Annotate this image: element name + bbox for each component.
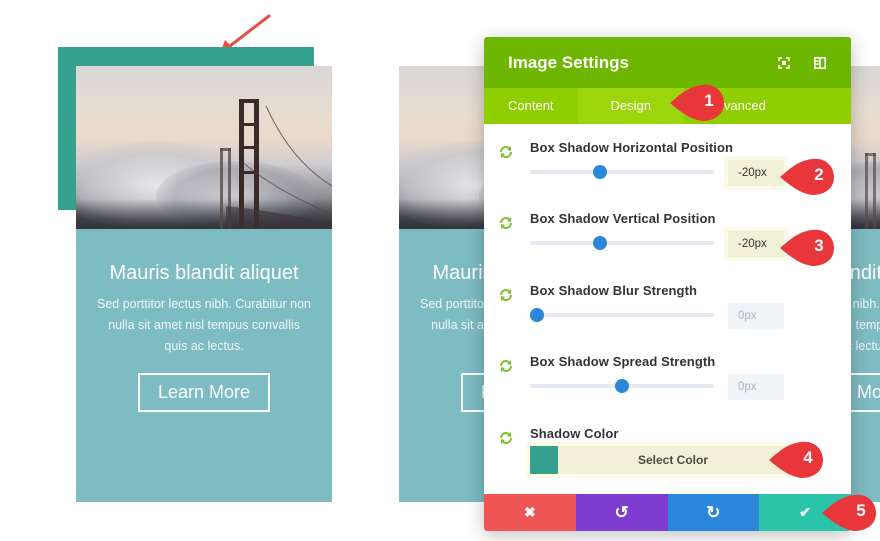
vertical-position-input[interactable]: -20px: [728, 231, 784, 257]
field-label: Box Shadow Blur Strength: [530, 283, 698, 298]
undo-icon: ↺: [614, 502, 629, 522]
undo-button[interactable]: ↺: [575, 494, 668, 531]
golden-gate-bridge-image: [220, 99, 332, 229]
reset-icon[interactable]: [498, 430, 514, 446]
callout-3: 3: [778, 228, 838, 268]
callout-5: 5: [820, 493, 880, 533]
vertical-position-slider[interactable]: [530, 236, 714, 250]
close-icon: ✖: [524, 504, 536, 520]
reset-icon[interactable]: [498, 215, 514, 231]
slider-thumb[interactable]: [530, 308, 545, 322]
redo-button[interactable]: ↻: [667, 494, 760, 531]
blur-strength-input[interactable]: 0px: [728, 303, 784, 329]
callout-1: 1: [668, 83, 728, 123]
reset-icon[interactable]: [498, 144, 514, 160]
field-label: Shadow Color: [530, 426, 619, 441]
redo-icon: ↻: [706, 502, 721, 522]
horizontal-position-slider[interactable]: [530, 165, 714, 179]
slider-thumb[interactable]: [615, 379, 629, 393]
callout-2: 2: [778, 157, 838, 197]
card-image: [76, 66, 332, 229]
spread-strength-slider[interactable]: [530, 379, 714, 393]
checkmark-icon: ✔: [799, 504, 811, 520]
color-picker[interactable]: Select Color: [530, 446, 788, 474]
card-text: Sed porttitor lectus nibh. Curabitur non…: [96, 297, 311, 353]
modal-footer: ✖ ↺ ↻ ✔: [484, 494, 851, 531]
blog-card-1: Mauris blandit aliquet Sed porttitor lec…: [76, 66, 332, 502]
learn-more-button[interactable]: Learn More: [137, 373, 271, 412]
field-label: Box Shadow Horizontal Position: [530, 140, 734, 155]
tab-content[interactable]: Content: [484, 88, 578, 124]
select-color-button[interactable]: Select Color: [558, 446, 788, 474]
reset-icon[interactable]: [498, 287, 514, 303]
slider-thumb[interactable]: [592, 165, 607, 179]
cancel-button[interactable]: ✖: [484, 494, 576, 531]
card-body: Mauris blandit aliquet Sed porttitor lec…: [76, 229, 332, 502]
field-label: Box Shadow Vertical Position: [530, 211, 716, 226]
reset-icon[interactable]: [498, 358, 514, 374]
modal-header: Image Settings: [484, 37, 851, 88]
color-swatch[interactable]: [530, 446, 558, 474]
slider-thumb[interactable]: [592, 236, 607, 250]
blur-strength-slider[interactable]: [530, 308, 714, 322]
card-title: Mauris blandit aliquet: [109, 262, 299, 284]
fullscreen-icon[interactable]: [777, 56, 791, 70]
callout-4: 4: [767, 440, 827, 480]
horizontal-position-input[interactable]: -20px: [728, 160, 784, 186]
field-label: Box Shadow Spread Strength: [530, 354, 716, 369]
split-view-icon[interactable]: [813, 56, 827, 70]
spread-strength-input[interactable]: 0px: [728, 374, 784, 400]
modal-title: Image Settings: [508, 52, 629, 72]
